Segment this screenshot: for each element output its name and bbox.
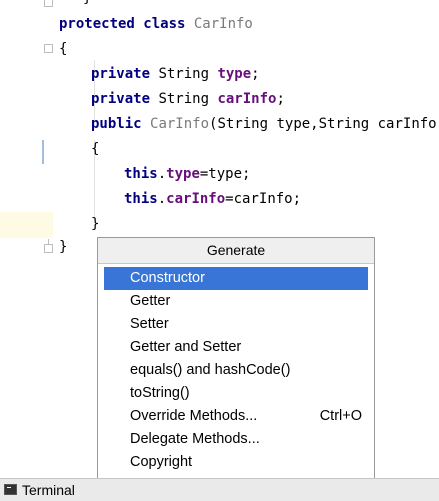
semicolon: ;	[276, 91, 285, 107]
parameter-list: (String type,String carInfo)	[209, 116, 439, 132]
assignment: =type;	[199, 166, 251, 182]
menu-item-label: Getter and Setter	[130, 339, 242, 355]
type-name: String	[158, 66, 218, 82]
code-line-prev: }	[83, 0, 91, 11]
generate-popup: Generate Constructor Getter Setter Getter a…	[97, 237, 375, 500]
menu-item[interactable]: equals() and hashCode()	[104, 359, 368, 382]
keyword: this	[124, 191, 158, 207]
popup-title: Generate	[98, 238, 374, 264]
code-line: private String carInfo;	[91, 87, 285, 112]
tool-window-bar: Terminal	[0, 478, 439, 501]
keyword: this	[124, 166, 158, 182]
keyword: private	[91, 91, 159, 107]
keyword: public	[91, 116, 151, 132]
code-line: this.carInfo=carInfo;	[124, 187, 301, 212]
menu-item[interactable]: Override Methods... Ctrl+O	[104, 405, 368, 428]
menu-item-label: equals() and hashCode()	[130, 362, 291, 378]
code-line: this.type=type;	[124, 162, 250, 187]
menu-item-label: Constructor	[130, 270, 205, 286]
code-line: protected class CarInfo	[59, 12, 253, 37]
menu-item-shortcut: Ctrl+O	[319, 408, 362, 424]
menu-item[interactable]: Constructor	[104, 267, 368, 290]
code-line: {	[91, 137, 99, 162]
menu-item-label: Getter	[130, 293, 171, 309]
class-name: CarInfo	[193, 16, 253, 32]
menu-item[interactable]: Delegate Methods...	[104, 428, 368, 451]
keyword: private	[91, 66, 159, 82]
menu-item[interactable]: Getter and Setter	[104, 336, 368, 359]
change-marker	[42, 140, 44, 164]
semicolon: ;	[251, 66, 260, 82]
terminal-label: Terminal	[22, 482, 75, 498]
terminal-tab[interactable]: Terminal	[2, 479, 75, 501]
menu-item[interactable]: Getter	[104, 290, 368, 313]
menu-item-label: toString()	[130, 385, 190, 401]
field-name: type	[217, 66, 252, 82]
constructor-name: CarInfo	[150, 116, 210, 132]
menu-item-label: Delegate Methods...	[130, 431, 260, 447]
brace: }	[59, 239, 68, 255]
brace: {	[59, 41, 68, 57]
brace: {	[91, 141, 100, 157]
type-name: String	[158, 91, 218, 107]
menu-item-label: Copyright	[130, 454, 193, 470]
menu-item-label: Setter	[130, 316, 169, 332]
dot: .	[157, 191, 167, 207]
fold-start-icon[interactable]	[44, 44, 53, 53]
field-name: carInfo	[217, 91, 277, 107]
terminal-icon	[4, 484, 17, 495]
code-line: private String type;	[91, 62, 260, 87]
code-line: }	[59, 235, 67, 260]
code-line: public CarInfo(String type,String carInf…	[91, 112, 439, 137]
menu-item[interactable]: Setter	[104, 313, 368, 336]
editor-gutter	[0, 0, 53, 478]
menu-item[interactable]: Copyright	[104, 451, 368, 474]
code-line: }	[91, 212, 99, 237]
field-name: type	[166, 166, 200, 182]
field-name: carInfo	[166, 191, 226, 207]
dot: .	[157, 166, 167, 182]
code-line: {	[59, 37, 67, 62]
assignment: =carInfo;	[225, 191, 302, 207]
menu-item[interactable]: toString()	[104, 382, 368, 405]
fold-end-icon[interactable]	[44, 0, 53, 7]
brace: }	[91, 216, 100, 232]
fold-end-icon[interactable]	[44, 239, 53, 253]
menu-item-label: Override Methods...	[130, 408, 258, 424]
keyword: protected class	[59, 16, 194, 32]
